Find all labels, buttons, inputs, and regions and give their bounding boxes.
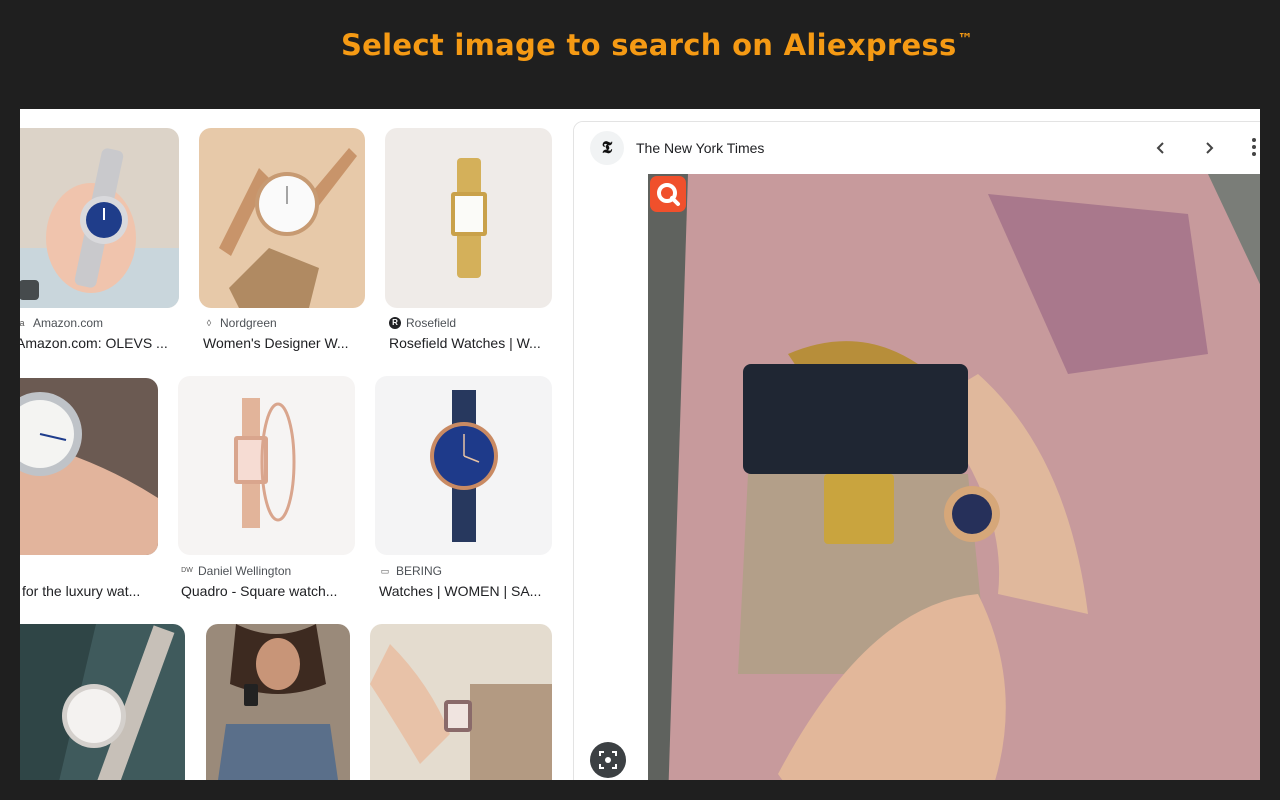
result-caption[interactable]: Amazon.com: OLEVS ... — [20, 335, 176, 351]
logo-glyph: 𝕿 — [601, 138, 613, 158]
preview-image[interactable] — [648, 174, 1260, 780]
result-caption[interactable]: Watches | WOMEN | SA... — [379, 583, 549, 599]
result-caption[interactable]: Quadro - Square watch... — [181, 583, 346, 599]
trademark-symbol: ™ — [957, 30, 973, 48]
result-thumbnail[interactable] — [20, 624, 185, 780]
amazon-icon: a — [20, 318, 25, 328]
banner-title-text: Select image to search on Aliexpress — [341, 28, 957, 62]
next-button[interactable] — [1197, 136, 1221, 160]
tag-icon[interactable] — [20, 280, 39, 300]
bering-icon: ▭ — [380, 566, 390, 576]
result-source: ◊ Nordgreen — [203, 316, 277, 330]
result-thumbnail[interactable] — [375, 376, 552, 555]
preview-header: 𝕿 The New York Times — [574, 122, 1260, 174]
aliexpress-search-icon[interactable] — [650, 176, 686, 212]
source-label: Daniel Wellington — [198, 564, 292, 578]
result-thumbnail[interactable] — [206, 624, 350, 780]
preview-panel: 𝕿 The New York Times — [573, 121, 1260, 780]
site-name[interactable]: The New York Times — [636, 140, 764, 156]
result-thumbnail[interactable] — [20, 378, 158, 555]
result-source: a Amazon.com — [20, 316, 103, 330]
result-caption[interactable]: for the luxury wat... — [22, 583, 172, 599]
chevron-left-icon — [1156, 142, 1164, 154]
result-caption[interactable]: Rosefield Watches | W... — [389, 335, 551, 351]
header-banner: Select image to search on Aliexpress™ — [0, 0, 1280, 108]
result-caption[interactable]: Women's Designer W... — [203, 335, 363, 351]
screenshot-frame: a Amazon.com Amazon.com: OLEVS ... ◊ Nordg… — [20, 109, 1260, 780]
source-label: Rosefield — [406, 316, 457, 330]
nyt-logo-icon[interactable]: 𝕿 — [590, 131, 624, 165]
result-thumbnail[interactable] — [20, 128, 179, 308]
result-thumbnail[interactable] — [199, 128, 365, 308]
result-source: DW Daniel Wellington — [181, 564, 291, 578]
result-thumbnail[interactable] — [178, 376, 355, 555]
nordgreen-icon: ◊ — [206, 318, 212, 328]
lens-icon[interactable] — [590, 742, 626, 778]
result-source: R Rosefield — [389, 316, 456, 330]
rosefield-icon: R — [389, 317, 401, 329]
chevron-right-icon — [1206, 142, 1214, 154]
banner-title: Select image to search on Aliexpress™ — [341, 28, 973, 62]
more-options-icon[interactable] — [1252, 138, 1258, 160]
result-thumbnail[interactable] — [370, 624, 552, 780]
dw-icon: DW — [181, 567, 193, 574]
source-label: Amazon.com — [33, 316, 104, 330]
result-thumbnail[interactable] — [385, 128, 552, 308]
result-source: ▭ BERING — [379, 564, 442, 578]
previous-button[interactable] — [1149, 136, 1173, 160]
source-label: Nordgreen — [220, 316, 277, 330]
source-label: BERING — [396, 564, 443, 578]
